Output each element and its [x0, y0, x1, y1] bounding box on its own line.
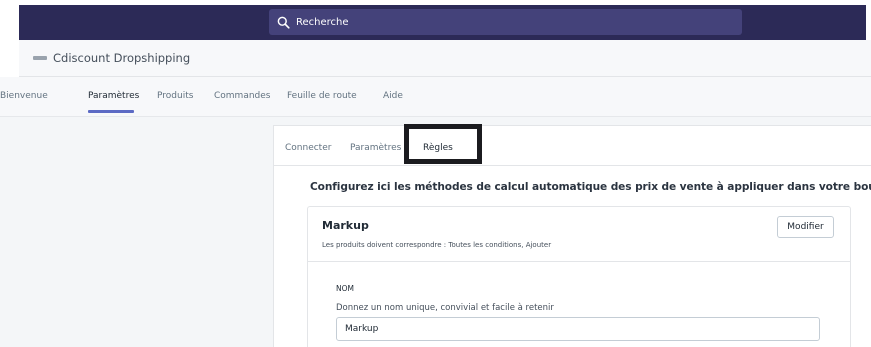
rule-divider: [308, 261, 850, 262]
tab-connecter[interactable]: Connecter: [285, 143, 331, 153]
app-logo-icon: [33, 56, 47, 60]
search-input[interactable]: [296, 16, 716, 28]
tab-parametres[interactable]: Paramètres: [350, 143, 401, 153]
nav-item-commandes[interactable]: Commandes: [214, 91, 270, 101]
nav-item-feuille-de-route[interactable]: Feuille de route: [287, 91, 357, 101]
name-field-label: NOM: [336, 284, 354, 293]
nav-item-bienvenue[interactable]: Bienvenue: [0, 91, 48, 101]
search-icon: [277, 16, 290, 29]
main-nav: Bienvenue Paramètres Produits Commandes …: [0, 77, 871, 117]
active-nav-indicator: [88, 110, 134, 113]
tab-highlight-box: [404, 124, 482, 164]
rule-card: Markup Les produits doivent correspondre…: [307, 206, 851, 347]
rule-name-input[interactable]: [336, 317, 820, 341]
nav-item-produits[interactable]: Produits: [157, 91, 193, 101]
edit-rule-button[interactable]: Modifier: [777, 216, 834, 238]
rule-title: Markup: [322, 219, 369, 232]
rules-description: Configurez ici les méthodes de calcul au…: [310, 181, 871, 193]
app-header: Cdiscount Dropshipping: [19, 40, 871, 77]
name-field-help: Donnez un nom unique, convivial et facil…: [336, 303, 554, 313]
app-title: Cdiscount Dropshipping: [53, 51, 191, 65]
settings-card: Connecter Paramètres Règles Configurez i…: [273, 124, 871, 347]
search-bar[interactable]: [269, 9, 742, 35]
nav-item-aide[interactable]: Aide: [383, 91, 403, 101]
nav-item-parametres[interactable]: Paramètres: [88, 91, 139, 101]
rule-conditions: Les produits doivent correspondre : Tout…: [322, 241, 552, 249]
top-bar: [19, 5, 866, 40]
settings-tabs: Connecter Paramètres Règles: [274, 124, 871, 166]
